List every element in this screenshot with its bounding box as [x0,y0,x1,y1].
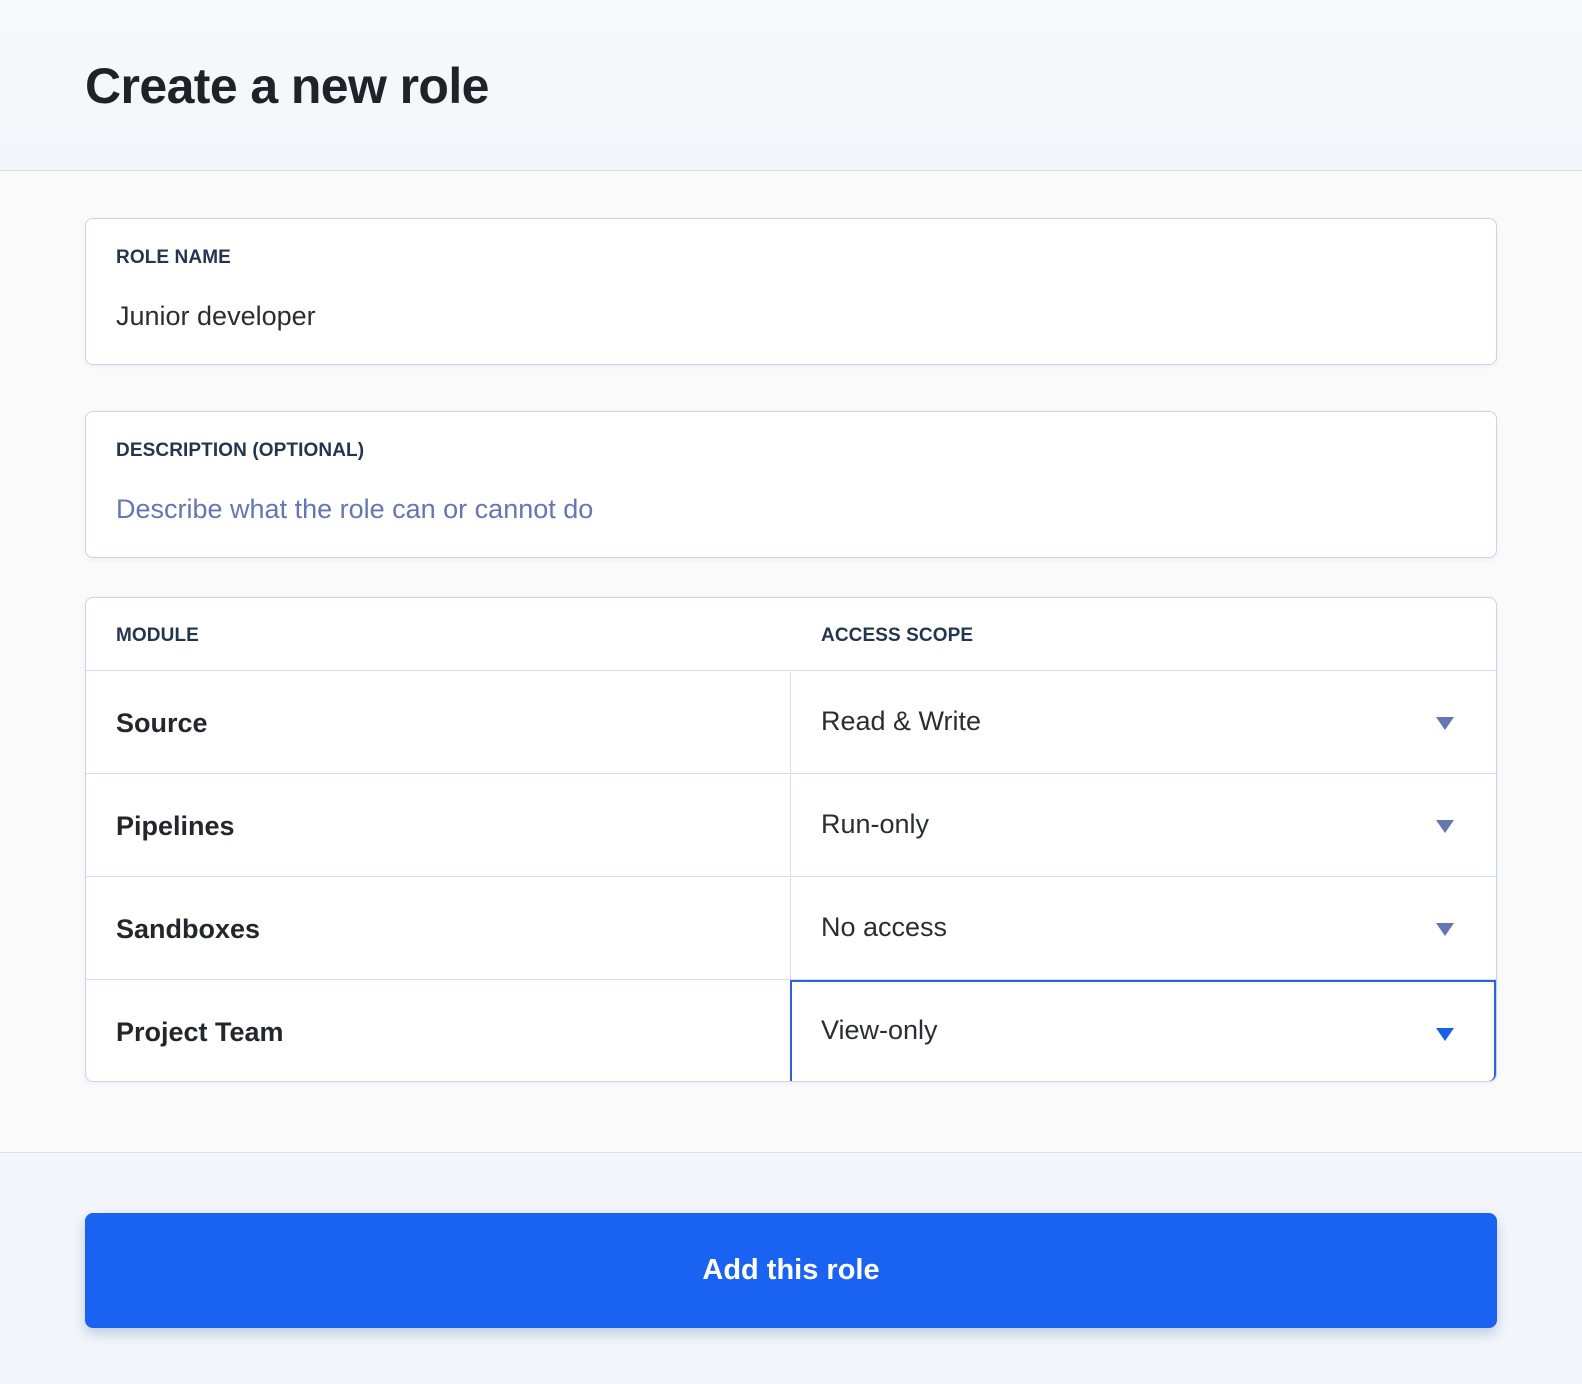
create-role-page: Create a new role ROLE NAME Junior devel… [0,0,1582,1384]
module-cell: Pipelines [86,775,791,876]
role-name-field[interactable]: ROLE NAME Junior developer [85,218,1497,365]
chevron-down-icon[interactable] [1436,923,1454,936]
module-name-pipelines: Pipelines [116,811,235,841]
module-cell: Project Team [86,981,791,1081]
access-scope-value: Run-only [821,809,930,839]
table-row: Source Read & Write [86,672,1496,774]
module-name-sandboxes: Sandboxes [116,914,261,944]
module-name-project-team: Project Team [116,1017,284,1047]
description-label: DESCRIPTION (OPTIONAL) [116,440,365,461]
access-scope-select-project-team[interactable]: View-only [790,980,1496,1081]
description-input[interactable]: Describe what the role can or cannot do [116,492,593,526]
description-field[interactable]: DESCRIPTION (OPTIONAL) Describe what the… [85,411,1497,558]
chevron-down-icon[interactable] [1436,717,1454,730]
access-scope-select-source[interactable]: Read & Write [791,672,1496,773]
table-row: Pipelines Run-only [86,775,1496,877]
table-header: MODULE ACCESS SCOPE [86,598,1496,671]
module-cell: Source [86,672,791,773]
page-header: Create a new role [0,0,1582,171]
column-header-access-scope: ACCESS SCOPE [821,625,974,646]
role-name-input[interactable]: Junior developer [116,299,316,333]
access-scope-value: Read & Write [821,706,982,736]
role-name-label: ROLE NAME [116,247,231,268]
access-scope-select-pipelines[interactable]: Run-only [791,775,1496,876]
permissions-table: MODULE ACCESS SCOPE Source Read & Write … [85,597,1497,1082]
access-scope-value: No access [821,912,948,942]
access-scope-select-sandboxes[interactable]: No access [791,878,1496,979]
table-row: Sandboxes No access [86,878,1496,980]
add-role-button[interactable]: Add this role [85,1213,1497,1328]
module-name-source: Source [116,708,208,738]
chevron-down-icon[interactable] [1436,1028,1454,1041]
chevron-down-icon[interactable] [1436,820,1454,833]
module-cell: Sandboxes [86,878,791,979]
page-footer: Add this role [0,1152,1582,1384]
access-scope-value: View-only [821,1015,938,1045]
page-title: Create a new role [85,58,489,114]
column-header-module: MODULE [116,625,199,646]
table-row: Project Team View-only [86,980,1496,1081]
